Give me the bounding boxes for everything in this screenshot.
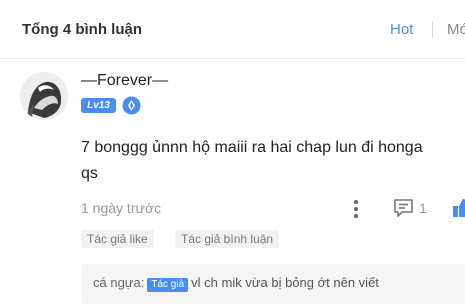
tag-author-commented: Tác giả bình luận <box>175 230 280 248</box>
more-vertical-icon[interactable] <box>353 199 359 219</box>
thumbs-up-icon[interactable] <box>452 197 465 219</box>
reply-line: cá ngựa: Tác giả vl ch mik vừa bị bỏng ớt … <box>93 275 379 292</box>
sort-hot-tab[interactable]: Hot <box>390 21 413 38</box>
reply-count: 1 <box>419 200 427 216</box>
sort-newest-tab[interactable]: Mới <box>447 21 465 38</box>
medal-icon <box>122 96 141 115</box>
comment-content-line2: qs <box>81 165 98 182</box>
comment-count-title: Tổng 4 bình luận <box>22 21 142 38</box>
avatar-image <box>20 72 68 120</box>
level-badge: Lv13 <box>81 98 116 113</box>
comment-username[interactable]: —Forever— <box>81 72 168 90</box>
sort-divider <box>432 22 433 38</box>
comment-timestamp: 1 ngày trước <box>81 200 162 216</box>
comment-content-line1: 7 bonggg ủnnn hộ maiii ra hai chap lun đ… <box>81 139 423 156</box>
reply-preview[interactable]: cá ngựa: Tác giả vl ch mik vừa bị bỏng ớt … <box>81 264 465 304</box>
comment-content: 7 bonggg ủnnn hộ maiii ra hai chap lun đ… <box>81 135 465 187</box>
comment-icon[interactable] <box>393 198 414 218</box>
author-badge: Tác giả <box>147 278 189 292</box>
tag-author-liked: Tác giả like <box>81 230 154 248</box>
comments-header: Tổng 4 bình luận Hot Mới <box>0 0 465 59</box>
user-avatar[interactable] <box>20 72 68 120</box>
